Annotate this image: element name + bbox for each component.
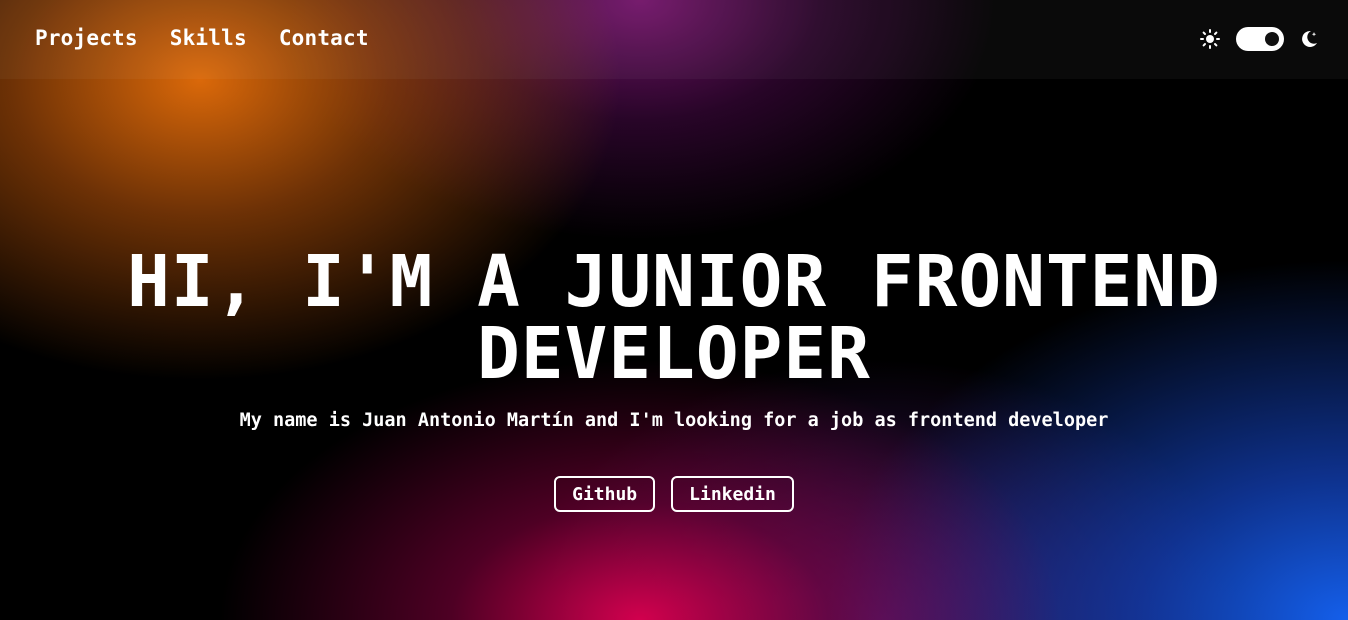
sun-icon [1200, 29, 1220, 49]
linkedin-button[interactable]: Linkedin [671, 476, 794, 512]
hero-title: HI, I'M A JUNIOR FRONTEND DEVELOPER [0, 246, 1348, 390]
nav-link-skills[interactable]: Skills [170, 26, 247, 50]
moon-icon [1302, 30, 1317, 47]
theme-switcher [1200, 27, 1318, 51]
nav-link-projects[interactable]: Projects [35, 26, 138, 50]
nav-link-contact[interactable]: Contact [279, 26, 369, 50]
social-buttons: Github Linkedin [0, 476, 1348, 512]
theme-toggle[interactable] [1236, 27, 1284, 51]
toggle-knob [1265, 32, 1279, 46]
hero-title-line-2: DEVELOPER [477, 312, 871, 395]
main-nav: Projects Skills Contact [35, 26, 369, 50]
github-button[interactable]: Github [554, 476, 656, 512]
hero-subtitle: My name is Juan Antonio Martín and I'm l… [239, 410, 1109, 431]
hero-title-line-1: HI, I'M A JUNIOR FRONTEND [127, 240, 1221, 323]
hero-section: HI, I'M A JUNIOR FRONTEND DEVELOPER My n… [0, 246, 1348, 432]
